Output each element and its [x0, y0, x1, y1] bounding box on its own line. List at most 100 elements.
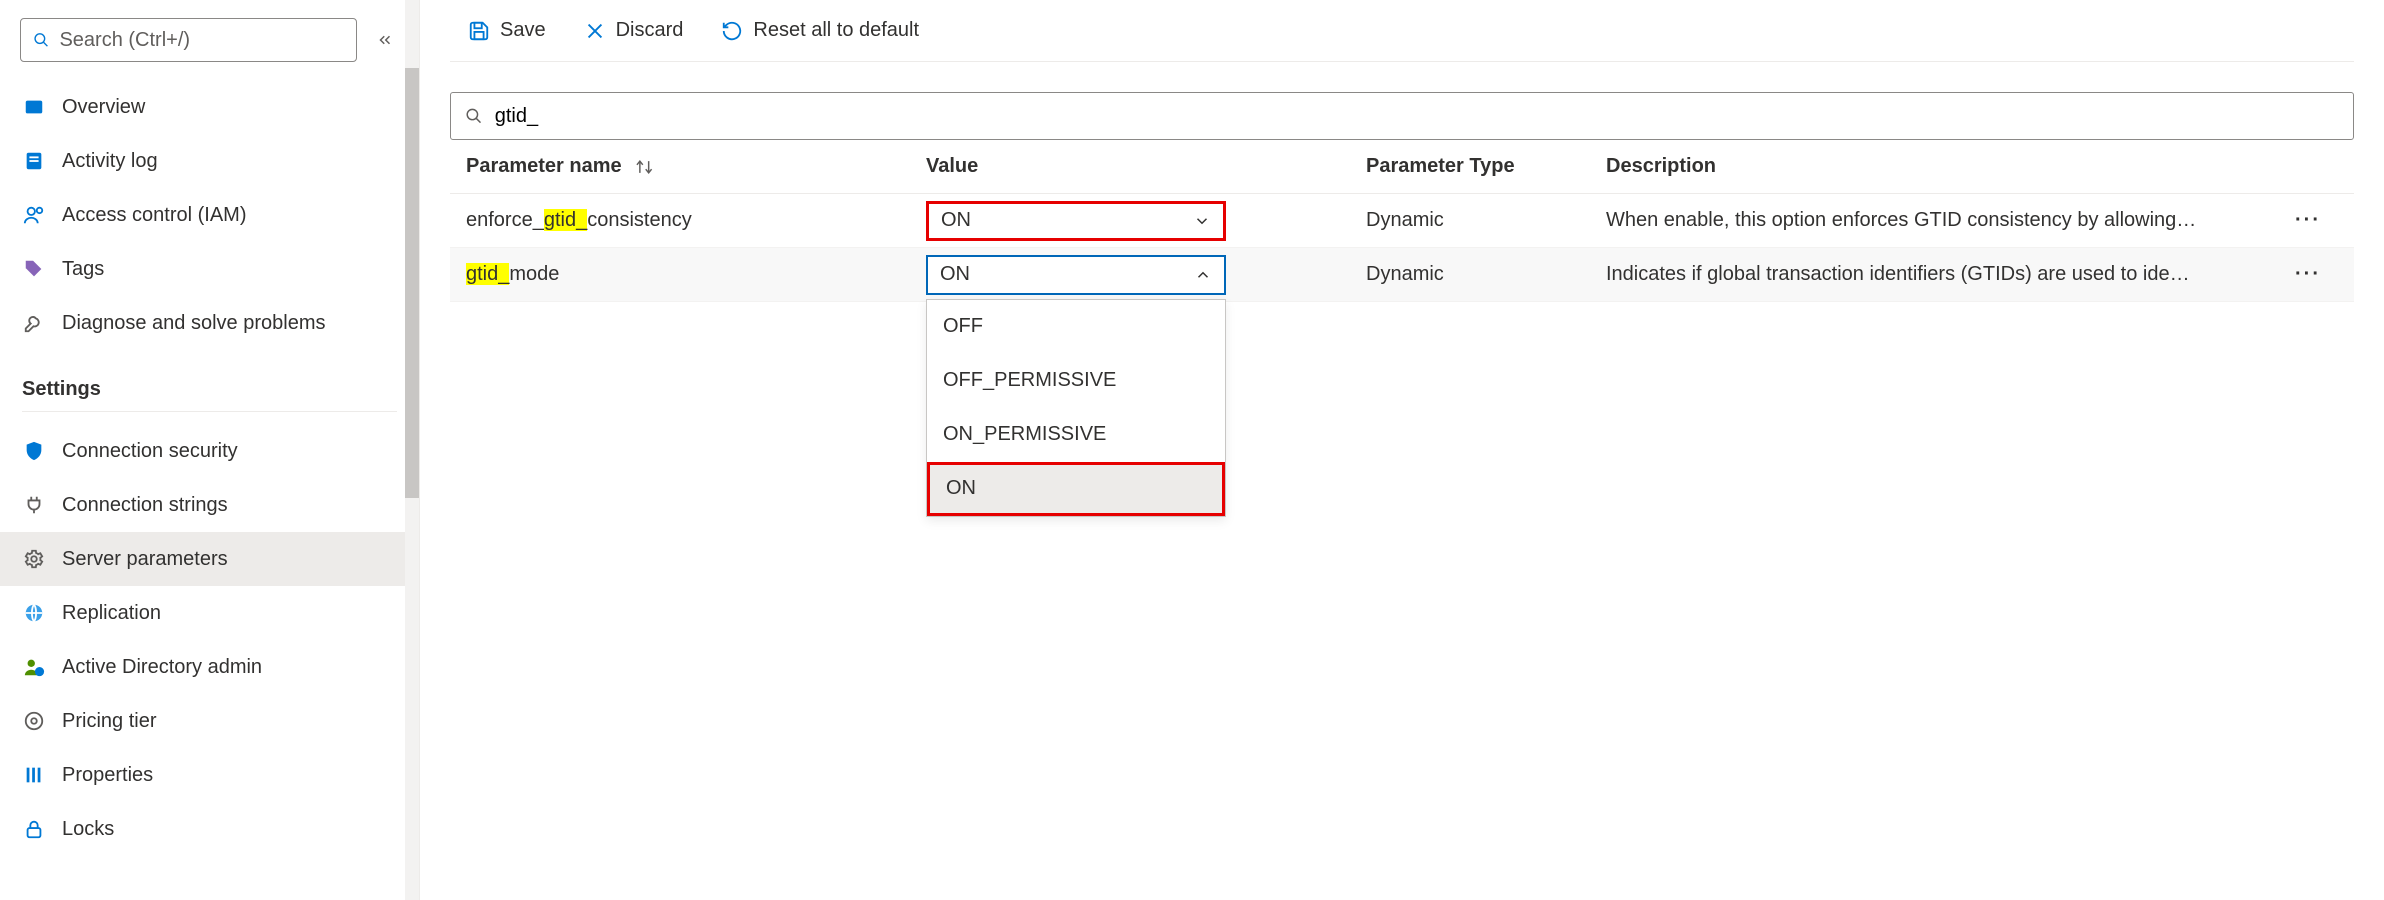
- param-name-post: consistency: [587, 209, 692, 231]
- search-icon: [33, 31, 49, 49]
- value-select-enforce-gtid-consistency[interactable]: ON: [926, 201, 1226, 241]
- type-cell: Dynamic: [1366, 263, 1606, 286]
- param-name-highlight: gtid_: [544, 209, 587, 231]
- pricing-icon: [22, 709, 46, 733]
- reset-label: Reset all to default: [753, 19, 919, 42]
- sidebar-collapse-button[interactable]: [371, 26, 399, 54]
- section-settings-header: Settings: [0, 350, 419, 411]
- dropdown-option-off[interactable]: OFF: [927, 300, 1225, 354]
- admin-icon: [22, 655, 46, 679]
- param-name-highlight: gtid_: [466, 263, 509, 285]
- filter-row: [450, 62, 2354, 140]
- sidebar-scrollbar-thumb[interactable]: [405, 68, 419, 498]
- nav-label: Diagnose and solve problems: [62, 312, 326, 335]
- gear-icon: [22, 547, 46, 571]
- nav-diagnose[interactable]: Diagnose and solve problems: [0, 296, 419, 350]
- sidebar-search-input[interactable]: [59, 29, 344, 52]
- col-parameter-type[interactable]: Parameter Type: [1366, 155, 1606, 178]
- parameter-name-cell: gtid_mode: [466, 263, 926, 286]
- shield-icon: [22, 439, 46, 463]
- dropdown-option-off-permissive[interactable]: OFF_PERMISSIVE: [927, 354, 1225, 408]
- lock-icon: [22, 817, 46, 841]
- value-select-text: ON: [941, 209, 971, 232]
- chevron-double-left-icon: [376, 31, 394, 49]
- col-label: Parameter Type: [1366, 155, 1515, 177]
- nav-label: Connection security: [62, 440, 238, 463]
- nav-ad-admin[interactable]: Active Directory admin: [0, 640, 419, 694]
- iam-icon: [22, 203, 46, 227]
- diagnose-icon: [22, 311, 46, 335]
- discard-label: Discard: [616, 19, 684, 42]
- nav-label: Overview: [62, 96, 145, 119]
- nav-label: Properties: [62, 764, 153, 787]
- type-cell: Dynamic: [1366, 209, 1606, 232]
- value-cell: ON: [926, 201, 1366, 241]
- parameter-filter[interactable]: [450, 92, 2354, 140]
- nav-label: Active Directory admin: [62, 656, 262, 679]
- col-label: Description: [1606, 155, 1716, 177]
- discard-button[interactable]: Discard: [570, 0, 698, 61]
- nav-settings: Connection security Connection strings S…: [0, 418, 419, 856]
- row-more-button[interactable]: ···: [2278, 263, 2338, 286]
- nav-replication[interactable]: Replication: [0, 586, 419, 640]
- col-description[interactable]: Description: [1606, 155, 2278, 178]
- nav-connection-strings[interactable]: Connection strings: [0, 478, 419, 532]
- param-name-post: mode: [509, 263, 559, 285]
- value-select-gtid-mode[interactable]: ON: [926, 255, 1226, 295]
- properties-icon: [22, 763, 46, 787]
- nav-pricing-tier[interactable]: Pricing tier: [0, 694, 419, 748]
- table-row: gtid_mode ON OFF OFF_PERMISSIVE ON_PERMI…: [450, 248, 2354, 302]
- row-more-button[interactable]: ···: [2278, 209, 2338, 232]
- nav-top: Overview Activity log Access control (IA…: [0, 74, 419, 350]
- nav-tags[interactable]: Tags: [0, 242, 419, 296]
- description-cell: When enable, this option enforces GTID c…: [1606, 209, 2278, 232]
- col-parameter-name[interactable]: Parameter name: [466, 155, 926, 178]
- nav-label: Access control (IAM): [62, 204, 246, 227]
- param-name-pre: enforce_: [466, 209, 544, 231]
- nav-connection-security[interactable]: Connection security: [0, 424, 419, 478]
- col-label: Value: [926, 155, 978, 177]
- nav-label: Connection strings: [62, 494, 228, 517]
- section-divider: [22, 411, 397, 412]
- nav-server-parameters[interactable]: Server parameters: [0, 532, 419, 586]
- value-cell: ON OFF OFF_PERMISSIVE ON_PERMISSIVE ON: [926, 255, 1366, 295]
- reset-icon: [721, 20, 743, 42]
- nav-label: Activity log: [62, 150, 158, 173]
- nav-access-control[interactable]: Access control (IAM): [0, 188, 419, 242]
- dropdown-option-on[interactable]: ON: [927, 462, 1225, 516]
- nav-label: Tags: [62, 258, 104, 281]
- save-icon: [468, 20, 490, 42]
- nav-properties[interactable]: Properties: [0, 748, 419, 802]
- sidebar-search[interactable]: [20, 18, 357, 62]
- save-label: Save: [500, 19, 546, 42]
- description-cell: Indicates if global transaction identifi…: [1606, 263, 2278, 286]
- grid-header: Parameter name Value Parameter Type Desc…: [450, 140, 2354, 194]
- chevron-down-icon: [1193, 212, 1211, 230]
- discard-icon: [584, 20, 606, 42]
- table-row: enforce_gtid_consistency ON Dynamic When…: [450, 194, 2354, 248]
- nav-label: Pricing tier: [62, 710, 156, 733]
- search-icon: [465, 107, 483, 125]
- parameter-name-cell: enforce_gtid_consistency: [466, 209, 926, 232]
- chevron-up-icon: [1194, 266, 1212, 284]
- nav-label: Server parameters: [62, 548, 228, 571]
- toolbar: Save Discard Reset all to default: [450, 0, 2354, 62]
- parameter-filter-input[interactable]: [495, 105, 2339, 128]
- tags-icon: [22, 257, 46, 281]
- sort-icon: [634, 158, 656, 176]
- activity-icon: [22, 149, 46, 173]
- overview-icon: [22, 95, 46, 119]
- reset-button[interactable]: Reset all to default: [707, 0, 933, 61]
- nav-label: Locks: [62, 818, 114, 841]
- nav-overview[interactable]: Overview: [0, 80, 419, 134]
- sidebar: Overview Activity log Access control (IA…: [0, 0, 420, 900]
- nav-label: Replication: [62, 602, 161, 625]
- value-select-text: ON: [940, 263, 970, 286]
- nav-activity-log[interactable]: Activity log: [0, 134, 419, 188]
- col-value[interactable]: Value: [926, 155, 1366, 178]
- col-label: Parameter name: [466, 155, 622, 178]
- save-button[interactable]: Save: [454, 0, 560, 61]
- main: Save Discard Reset all to default Parame…: [420, 0, 2384, 900]
- nav-locks[interactable]: Locks: [0, 802, 419, 856]
- dropdown-option-on-permissive[interactable]: ON_PERMISSIVE: [927, 408, 1225, 462]
